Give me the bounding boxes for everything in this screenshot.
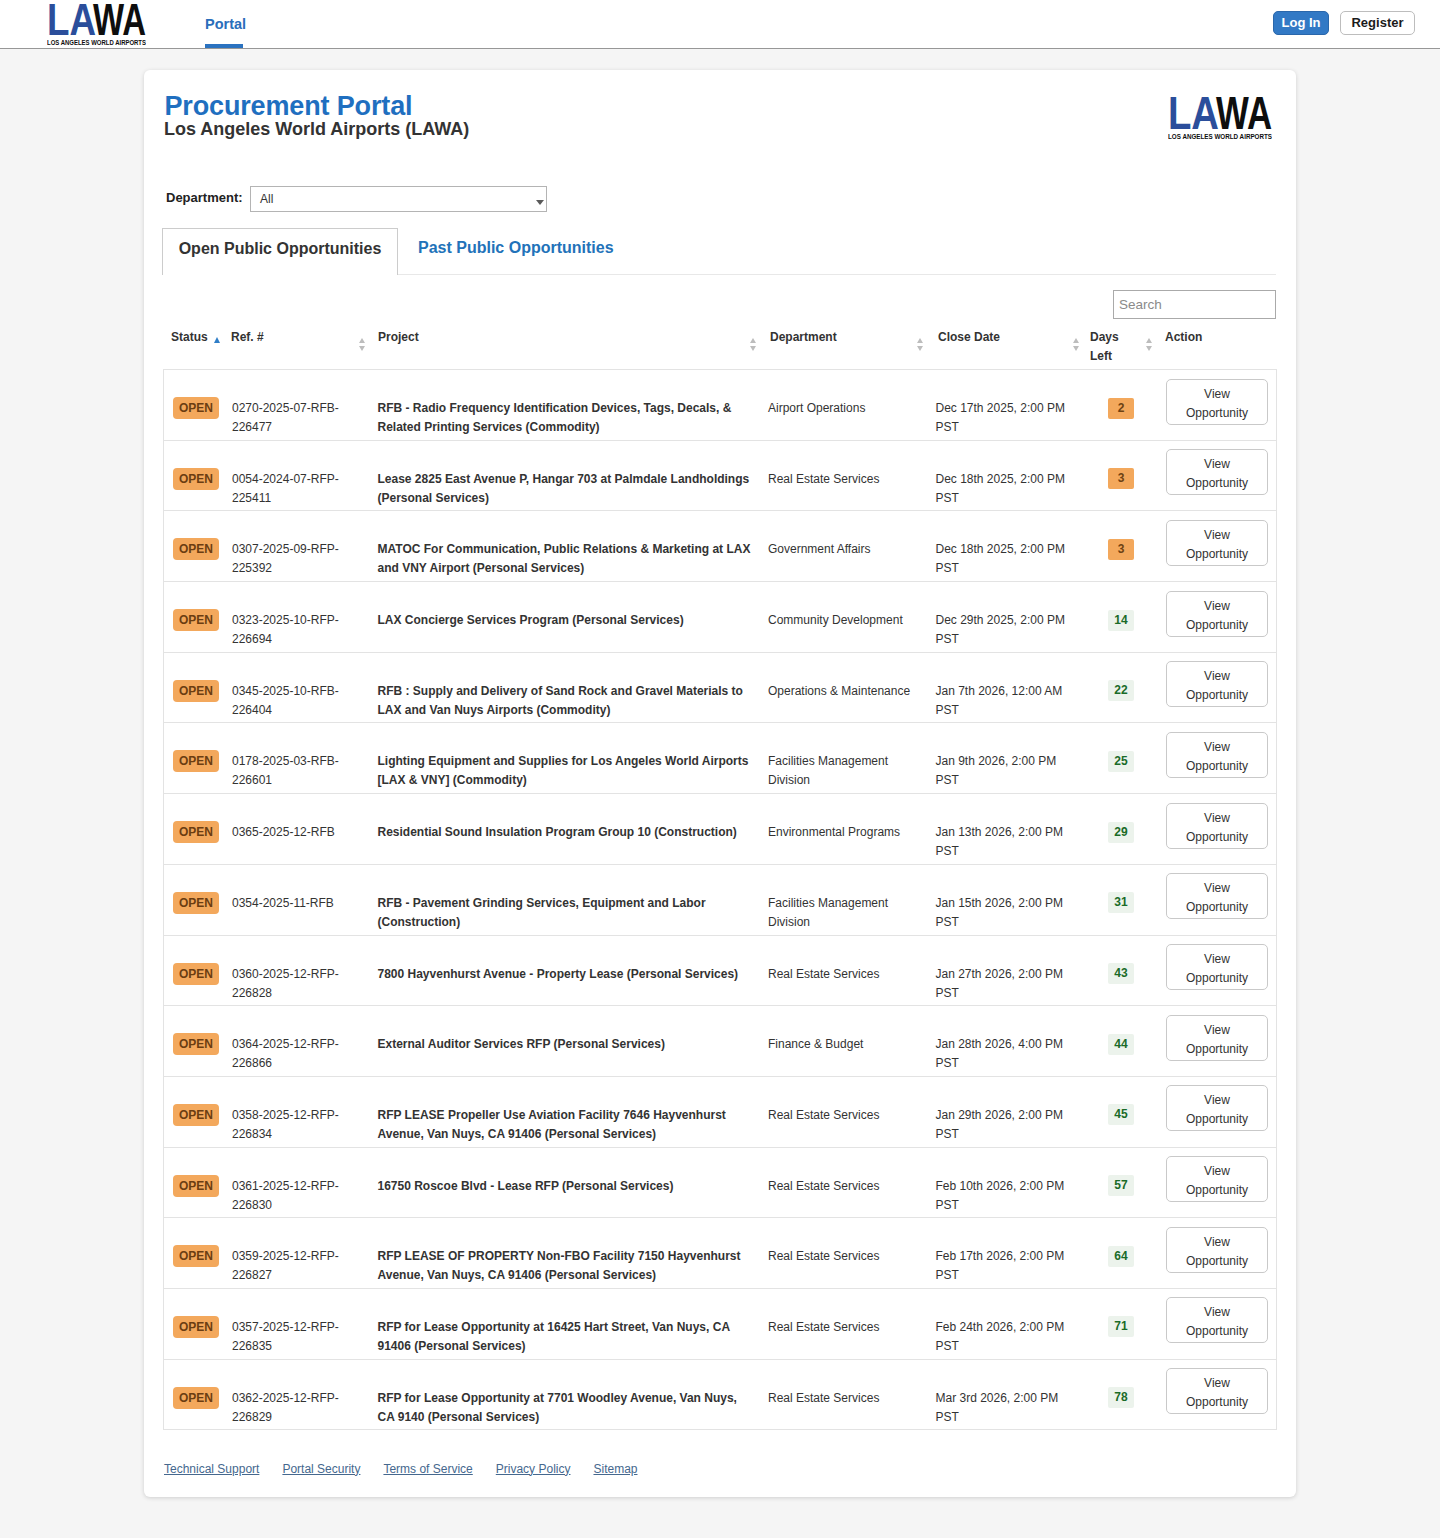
svg-text:LOS ANGELES WORLD AIRPORTS: LOS ANGELES WORLD AIRPORTS bbox=[47, 38, 146, 47]
svg-text:LOS ANGELES WORLD AIRPORTS: LOS ANGELES WORLD AIRPORTS bbox=[1168, 133, 1272, 140]
